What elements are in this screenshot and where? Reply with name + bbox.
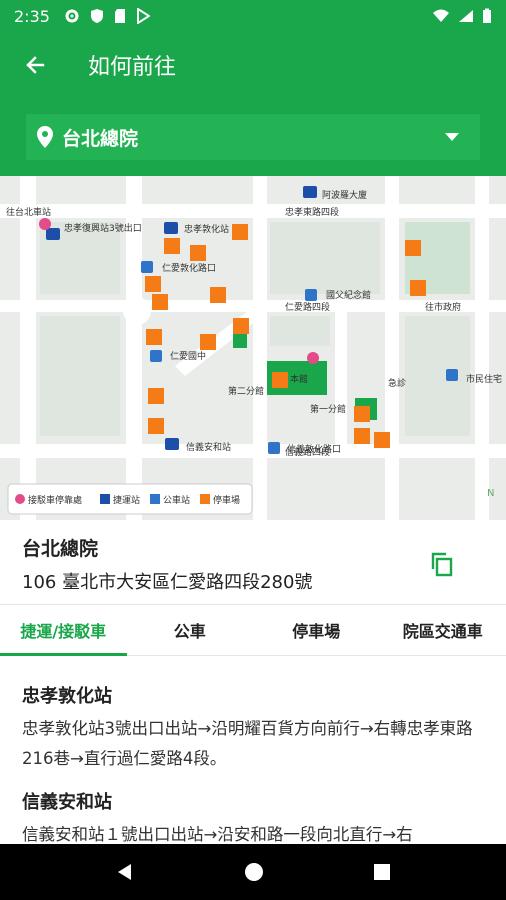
- map-label-hospital-stop: 急診: [388, 377, 406, 389]
- map-label-zhongxiao-road: 忠孝東路四段: [285, 206, 339, 218]
- map-label-xinyi-dunhua: 信義敦化路口: [287, 443, 341, 455]
- map-label-xinyi-anhe: 信義安和站: [186, 441, 231, 453]
- map-canvas: 往台北車站 忠孝東路四段 仁愛路四段 信義路四段 往市政府 阿波羅大廈 忠孝復興…: [0, 176, 506, 520]
- map-label-main-building: 本館: [290, 373, 308, 385]
- station-item: 忠孝敦化站 忠孝敦化站3號出口出站→沿明耀百貨方向前行→右轉忠孝東路216巷→直…: [0, 682, 506, 774]
- station-title: 信義安和站: [22, 792, 112, 813]
- tab-campus-shuttle[interactable]: 院區交通車: [380, 605, 506, 655]
- map-label-zhongxiao-dunhua: 忠孝敦化站: [184, 223, 229, 235]
- station-description: 忠孝敦化站3號出口出站→沿明耀百貨方向前行→右轉忠孝東路216巷→直行過仁愛路4…: [22, 719, 473, 768]
- nav-back-icon[interactable]: [115, 862, 135, 882]
- sd-card-icon: [114, 9, 125, 23]
- legend-bus: 公車站: [163, 494, 190, 506]
- directions-content: 忠孝敦化站 忠孝敦化站3號出口出站→沿明耀百貨方向前行→右轉忠孝東路216巷→直…: [0, 656, 506, 844]
- wifi-icon: [433, 9, 449, 22]
- settings-icon: [65, 9, 79, 23]
- hospital-info: 台北總院 106 臺北市大安區仁愛路四段280號: [0, 520, 506, 604]
- transport-tabs: 捷運/接駁車 公車 停車場 院區交通車: [0, 604, 506, 656]
- map-label-guoxuanguan: 國父紀念館: [326, 289, 371, 301]
- dropdown-arrow-icon: [445, 133, 459, 141]
- hospital-selector[interactable]: 台北總院: [26, 114, 480, 160]
- map-label-zhongxiao: 往台北車站: [6, 206, 51, 218]
- map-label-branch-2: 第二分館: [228, 385, 264, 397]
- legend-mrt: 捷運站: [113, 494, 140, 506]
- station-title: 忠孝敦化站: [22, 686, 112, 707]
- map-label-to-city-hall: 往市政府: [425, 301, 461, 313]
- app-bar: 如何前往: [0, 32, 506, 98]
- station-item: 信義安和站 信義安和站１號出口出站→沿安和路一段向北直行→右: [0, 788, 506, 844]
- map-label-branch-1: 第一分館: [310, 403, 346, 415]
- map-label-renai-road: 仁愛路四段: [285, 301, 330, 313]
- status-icons-left: [64, 8, 150, 24]
- area-map[interactable]: 往台北車站 忠孝東路四段 仁愛路四段 信義路四段 往市政府 阿波羅大廈 忠孝復興…: [0, 176, 506, 520]
- nav-recents-icon[interactable]: [373, 863, 391, 881]
- battery-icon: [483, 8, 491, 23]
- tab-bus[interactable]: 公車: [127, 605, 254, 655]
- hospital-name: 台北總院: [22, 538, 99, 560]
- selector-value: 台北總院: [62, 127, 139, 150]
- back-button[interactable]: [0, 32, 70, 98]
- status-icons-right: [432, 8, 492, 24]
- page-title: 如何前往: [88, 55, 177, 80]
- location-pin-icon: [37, 126, 53, 148]
- arrow-left-icon: [26, 56, 45, 74]
- hospital-address: 106 臺北市大安區仁愛路四段280號: [22, 572, 313, 593]
- map-label-apollo: 阿波羅大廈: [322, 189, 367, 201]
- nav-home-icon[interactable]: [244, 862, 264, 882]
- status-time: 2:35: [14, 6, 50, 26]
- map-label-zhongxiao-fuxing: 忠孝復興站3號出口: [64, 222, 142, 234]
- selector-area: 台北總院: [0, 98, 506, 176]
- tab-mrt-shuttle[interactable]: 捷運/接駁車: [0, 605, 127, 656]
- signal-icon: [459, 10, 473, 22]
- copy-icon: [431, 552, 453, 577]
- tab-parking[interactable]: 停車場: [253, 605, 380, 655]
- status-bar: 2:35: [0, 0, 506, 32]
- station-description: 信義安和站１號出口出站→沿安和路一段向北直行→右: [22, 825, 413, 844]
- map-label-city-bus: 市民住宅: [466, 373, 502, 385]
- legend-shuttle: 接駁車停靠處: [28, 494, 82, 506]
- map-label-renai-dunhua: 仁愛敦化路口: [162, 262, 216, 274]
- shield-icon: [90, 9, 103, 23]
- system-nav-bar: [0, 844, 506, 900]
- legend-parking: 停車場: [213, 494, 240, 506]
- map-label-renai-school: 仁愛國中: [170, 350, 206, 362]
- map-north-icon: N: [487, 488, 494, 499]
- play-store-icon: [136, 8, 150, 24]
- copy-address-button[interactable]: [428, 550, 458, 580]
